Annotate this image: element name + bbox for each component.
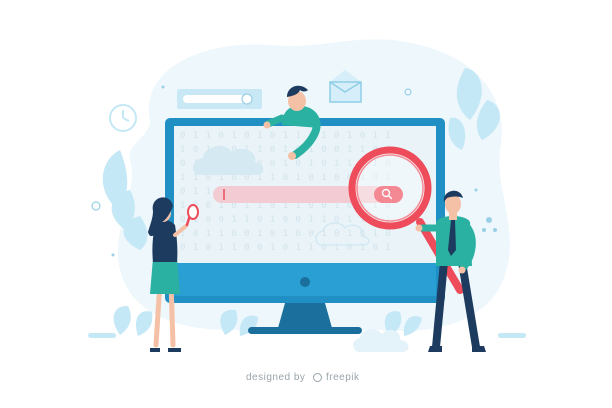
ground-line-left <box>88 333 116 338</box>
search-concept-illustration: 0 1 1 0 1 0 1 0 1 1 0 1 0 1 0 1 11 0 1 0… <box>88 39 526 352</box>
credit-freepik-text: freepik <box>326 372 360 383</box>
small-magnifier <box>187 204 199 220</box>
floating-search-card <box>177 89 262 109</box>
monitor-power-button <box>300 277 310 287</box>
illustration-canvas: 0 1 1 0 1 0 1 0 1 1 0 1 0 1 0 1 11 0 1 0… <box>0 0 612 408</box>
binary-row: 0 1 1 0 1 0 1 0 1 1 0 1 0 1 0 1 1 <box>180 131 392 141</box>
monitor-base <box>248 327 362 334</box>
credit-designer-text: designed by <box>246 372 306 383</box>
monitor-neck <box>278 303 332 328</box>
ground-line-right <box>498 333 526 338</box>
ground-cloud <box>353 329 409 352</box>
binary-row: 1 0 1 1 0 0 1 0 1 0 0 1 0 1 0 1 0 <box>180 229 392 239</box>
freepik-logo-icon <box>313 373 322 382</box>
clock-icon <box>109 104 137 132</box>
